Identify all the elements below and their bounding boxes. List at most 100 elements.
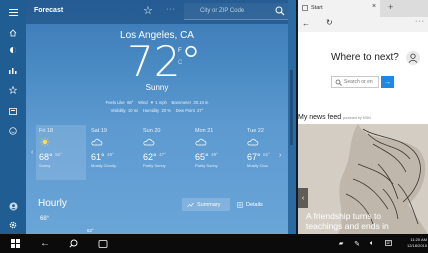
weather-header-bar: Forecast ☆ ··· City or ZIP Code: [26, 0, 288, 24]
favorite-star-icon[interactable]: ☆: [143, 4, 153, 18]
summary-label: Summary: [197, 201, 221, 208]
account-icon[interactable]: [0, 198, 26, 214]
forecast-low: 47°: [159, 152, 166, 157]
news-headline[interactable]: A friendship turns to teachings and ends…: [306, 211, 428, 231]
city-search-input[interactable]: City or ZIP Code: [184, 3, 288, 20]
scrollbar-thumb[interactable]: [290, 70, 293, 145]
forecast-condition: Mostly Clou: [247, 163, 268, 168]
partly-cloudy-icon: [91, 138, 103, 146]
forecast-condition: Partly Sunny: [195, 163, 218, 168]
task-view-icon[interactable]: [96, 234, 110, 253]
app-title: Forecast: [34, 7, 64, 14]
tab-title: Start: [311, 5, 323, 11]
daily-forecast-strip: Fri 18 68° 50° Sunny Sat 19 61° 45° Most…: [36, 125, 280, 180]
details-button[interactable]: Details: [234, 198, 274, 211]
unit-celsius-toggle[interactable]: C: [178, 60, 182, 66]
go-arrow-button[interactable]: →: [381, 76, 394, 88]
historical-weather-icon[interactable]: [0, 62, 26, 78]
news-feed-title: My news feed: [298, 114, 342, 121]
maps-icon[interactable]: [0, 42, 26, 58]
forecast-day-date: Tue 22: [247, 128, 264, 134]
conditions-details-line1: Feels Like 68° Wind ▼ 1 mph Barometer 30…: [105, 100, 209, 105]
conditions-details-line2: Visibility 10 mi Humidity 20 % Dew Point…: [110, 108, 204, 113]
news-headline-line: A friendship turns to: [306, 211, 382, 221]
taskbar: ← ▰ ✎ 🔈︎ 11:20 AM 12/18/2015: [0, 234, 428, 253]
back-arrow-icon[interactable]: ←: [302, 19, 310, 28]
forecast-day[interactable]: Tue 22 67° 51° Mostly Clou: [244, 125, 280, 180]
hourly-heading: Hourly: [38, 198, 67, 209]
forecast-condition: Sunny: [39, 163, 51, 168]
weather-sidebar: [0, 0, 26, 234]
hourly-temp-label: 68°: [40, 216, 50, 222]
news-headline-line: teachings and ends in: [306, 221, 389, 231]
more-options-icon[interactable]: ···: [166, 6, 176, 13]
tab-start[interactable]: Start ×: [298, 0, 380, 17]
navigation-bar: ← ↻ ···: [298, 17, 428, 32]
city-search-placeholder: City or ZIP Code: [200, 8, 245, 14]
details-list-icon: [237, 201, 243, 208]
forecast-day[interactable]: Mon 21 65° 49° Partly Sunny: [192, 125, 242, 180]
summary-button[interactable]: Summary: [182, 198, 230, 211]
forecast-low: 45°: [107, 152, 114, 157]
page-icon: [302, 5, 308, 11]
forecast-high: 67°: [247, 152, 261, 162]
network-icon[interactable]: ▰: [336, 234, 346, 253]
forecast-condition: Partly Sunny: [143, 163, 166, 168]
new-tab-icon[interactable]: +: [388, 2, 393, 12]
person-icon: [408, 53, 418, 63]
forecast-day-date: Mon 21: [195, 128, 214, 134]
search-icon[interactable]: [274, 5, 286, 17]
hourly-temp-label: 62°: [87, 228, 94, 233]
forecast-day-date: Sat 19: [91, 128, 107, 134]
news-feed-provider: powered by MSN: [343, 116, 371, 120]
pen-icon[interactable]: ✎: [352, 234, 362, 253]
home-icon[interactable]: [0, 25, 26, 41]
web-search-input[interactable]: Search or en: [331, 76, 379, 88]
sun-icon: [40, 137, 50, 147]
notifications-icon[interactable]: [383, 234, 393, 253]
news-icon[interactable]: [0, 103, 26, 119]
web-search-placeholder: Search or en: [344, 79, 373, 85]
forecast-day[interactable]: Sat 19 61° 45° Mostly Cloudy: [88, 125, 138, 180]
windows-start-icon[interactable]: [8, 234, 22, 253]
smiley-feedback-icon[interactable]: [0, 123, 26, 139]
back-arrow-icon[interactable]: ←: [38, 234, 52, 253]
edge-browser-window: Start × + ← ↻ ··· Where to next? Search …: [298, 0, 428, 234]
forecast-day[interactable]: Fri 18 68° 50° Sunny: [36, 125, 86, 180]
forecast-high: 61°: [91, 152, 105, 162]
profile-avatar[interactable]: [406, 51, 420, 65]
current-temperature: 72°: [127, 37, 202, 86]
partly-cloudy-icon: [143, 138, 155, 146]
hamburger-menu-icon[interactable]: [0, 4, 26, 20]
more-actions-icon[interactable]: ···: [415, 18, 425, 25]
forecast-day-date: Fri 18: [39, 128, 54, 134]
partly-cloudy-icon: [195, 138, 207, 146]
forecast-low: 51°: [263, 152, 270, 157]
start-page-heading: Where to next?: [331, 52, 399, 63]
weather-scrollbar[interactable]: [288, 0, 296, 234]
forecast-low: 50°: [55, 152, 62, 157]
settings-gear-icon[interactable]: [0, 217, 26, 233]
close-tab-icon[interactable]: ×: [372, 3, 376, 10]
system-clock[interactable]: 11:20 AM 12/18/2015: [403, 237, 428, 248]
tab-bar: Start × +: [298, 0, 428, 17]
chart-line-icon: [187, 202, 194, 207]
unit-fahrenheit-toggle[interactable]: F: [178, 48, 182, 54]
volume-icon[interactable]: 🔈︎: [367, 234, 377, 253]
forecast-prev-icon[interactable]: ‹: [31, 149, 33, 156]
forecast-condition: Mostly Cloudy: [91, 163, 117, 168]
current-condition: Sunny: [145, 83, 169, 92]
places-star-icon[interactable]: [0, 82, 26, 98]
forecast-next-icon[interactable]: ›: [279, 152, 281, 159]
news-hero-image[interactable]: ‹ A friendship turns to teachings and en…: [298, 124, 428, 234]
search-icon: [335, 79, 342, 86]
details-label: Details: [246, 201, 263, 208]
carousel-prev-icon[interactable]: ‹: [298, 188, 308, 208]
forecast-high: 65°: [195, 152, 209, 162]
search-icon[interactable]: [66, 234, 80, 253]
forecast-day[interactable]: Sun 20 62° 47° Partly Sunny: [140, 125, 190, 180]
refresh-icon[interactable]: ↻: [326, 18, 333, 27]
forecast-high: 62°: [143, 152, 157, 162]
forecast-low: 49°: [211, 152, 218, 157]
clock-date: 12/18/2015: [406, 242, 427, 248]
